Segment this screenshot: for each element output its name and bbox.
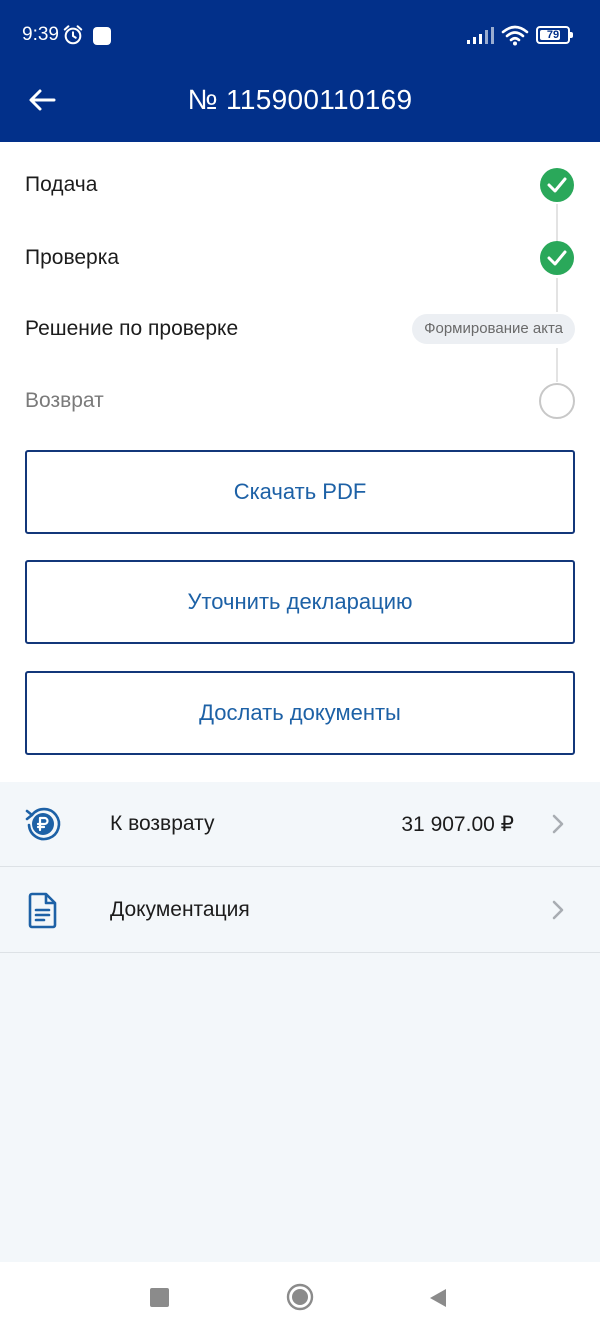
- home-icon[interactable]: [286, 1283, 314, 1311]
- system-nav-bar: [0, 1262, 600, 1332]
- documentation-row[interactable]: Документация: [0, 867, 600, 953]
- top-bar: 9:39 79 № 115900110169: [0, 0, 600, 142]
- step-verification: Проверка: [0, 238, 600, 278]
- refund-amount: 31 907.00 ₽: [401, 813, 514, 836]
- step-label: Возврат: [25, 389, 104, 412]
- alarm-icon: [63, 25, 83, 45]
- recent-apps-icon[interactable]: [150, 1288, 169, 1307]
- step-label: Решение по проверке: [25, 317, 239, 340]
- send-documents-button[interactable]: Дослать документы: [25, 671, 575, 755]
- signal-icon: [467, 27, 494, 44]
- system-back-icon[interactable]: [428, 1287, 448, 1309]
- check-icon: [540, 241, 574, 275]
- download-pdf-button[interactable]: Скачать PDF: [25, 450, 575, 534]
- step-label: Проверка: [25, 246, 120, 269]
- status-badge: Формирование акта: [412, 314, 575, 344]
- refund-label: К возврату: [110, 812, 215, 835]
- step-refund: Возврат: [0, 381, 600, 421]
- ruble-refund-icon: [25, 807, 61, 841]
- step-label: Подача: [25, 173, 98, 196]
- page-title: № 115900110169: [187, 84, 413, 115]
- chevron-right-icon: [552, 900, 564, 920]
- check-icon: [540, 168, 574, 202]
- step-connector: [556, 348, 558, 382]
- status-time: 9:39: [22, 24, 59, 45]
- clarify-declaration-button[interactable]: Уточнить декларацию: [25, 560, 575, 644]
- step-submission: Подача: [0, 165, 600, 205]
- chevron-right-icon: [552, 814, 564, 834]
- refund-row[interactable]: К возврату 31 907.00 ₽: [0, 781, 600, 867]
- battery-icon: 79: [536, 26, 573, 44]
- document-icon: [28, 892, 57, 929]
- battery-level: 79: [546, 29, 560, 41]
- wifi-icon: [501, 25, 529, 46]
- status-bar: 9:39 79: [0, 0, 600, 72]
- app-notification-icon: [93, 27, 111, 45]
- pending-circle-icon: [539, 383, 575, 419]
- step-decision: Решение по проверке Формирование акта: [0, 309, 600, 349]
- step-connector: [556, 278, 558, 312]
- declaration-status-panel: Подача Проверка Решение по проверке Форм…: [0, 142, 600, 782]
- documentation-label: Документация: [110, 898, 250, 921]
- step-connector: [556, 204, 558, 242]
